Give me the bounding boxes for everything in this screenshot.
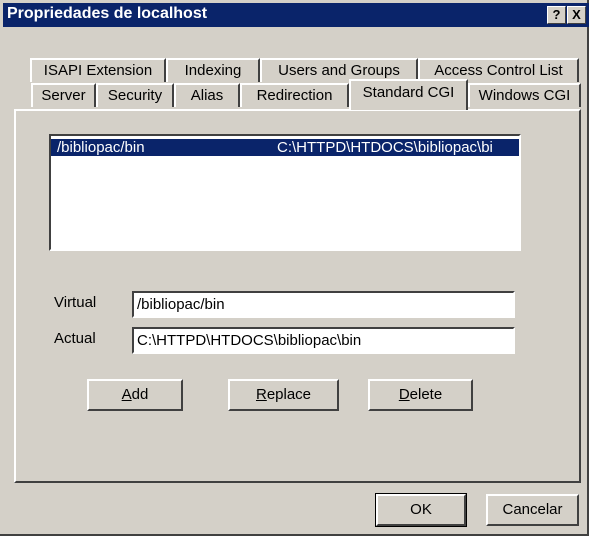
ok-button[interactable]: OK	[375, 493, 467, 527]
virtual-label: Virtual	[54, 294, 97, 311]
tab-indexing[interactable]: Indexing	[166, 58, 260, 82]
list-item-virtual: /bibliopac/bin	[57, 139, 145, 156]
list-item[interactable]: /bibliopac/bin C:\HTTPD\HTDOCS\bibliopac…	[51, 139, 519, 156]
tab-alias[interactable]: Alias	[174, 83, 240, 107]
title-bar[interactable]: Propriedades de localhost ? X	[3, 3, 589, 27]
tab-server[interactable]: Server	[31, 83, 96, 107]
virtual-field[interactable]: /bibliopac/bin	[132, 291, 515, 318]
cgi-mapping-list[interactable]: /bibliopac/bin C:\HTTPD\HTDOCS\bibliopac…	[49, 134, 521, 251]
close-button[interactable]: X	[567, 6, 586, 24]
tab-standard-cgi[interactable]: Standard CGI	[349, 79, 468, 110]
replace-button[interactable]: Replace	[228, 379, 339, 411]
actual-field[interactable]: C:\HTTPD\HTDOCS\bibliopac\bin	[132, 327, 515, 354]
help-button[interactable]: ?	[547, 6, 566, 24]
tab-windows-cgi[interactable]: Windows CGI	[468, 83, 581, 107]
replace-button-accel: R	[255, 386, 267, 403]
add-button-accel: A	[121, 386, 132, 403]
add-button-label: dd	[131, 386, 149, 403]
tab-isapi-extension[interactable]: ISAPI Extension	[30, 58, 166, 82]
tab-redirection[interactable]: Redirection	[240, 83, 349, 107]
delete-button[interactable]: Delete	[368, 379, 473, 411]
add-button[interactable]: Add	[87, 379, 183, 411]
list-item-actual: C:\HTTPD\HTDOCS\bibliopac\bi	[277, 139, 493, 156]
properties-dialog: Propriedades de localhost ? X ISAPI Exte…	[0, 0, 589, 536]
window-title: Propriedades de localhost	[7, 5, 208, 22]
delete-button-label: elete	[409, 386, 443, 403]
tab-security[interactable]: Security	[96, 83, 174, 107]
replace-button-label: eplace	[266, 386, 312, 403]
cancel-button[interactable]: Cancelar	[486, 494, 579, 526]
actual-label: Actual	[54, 330, 96, 347]
delete-button-accel: D	[398, 386, 410, 403]
